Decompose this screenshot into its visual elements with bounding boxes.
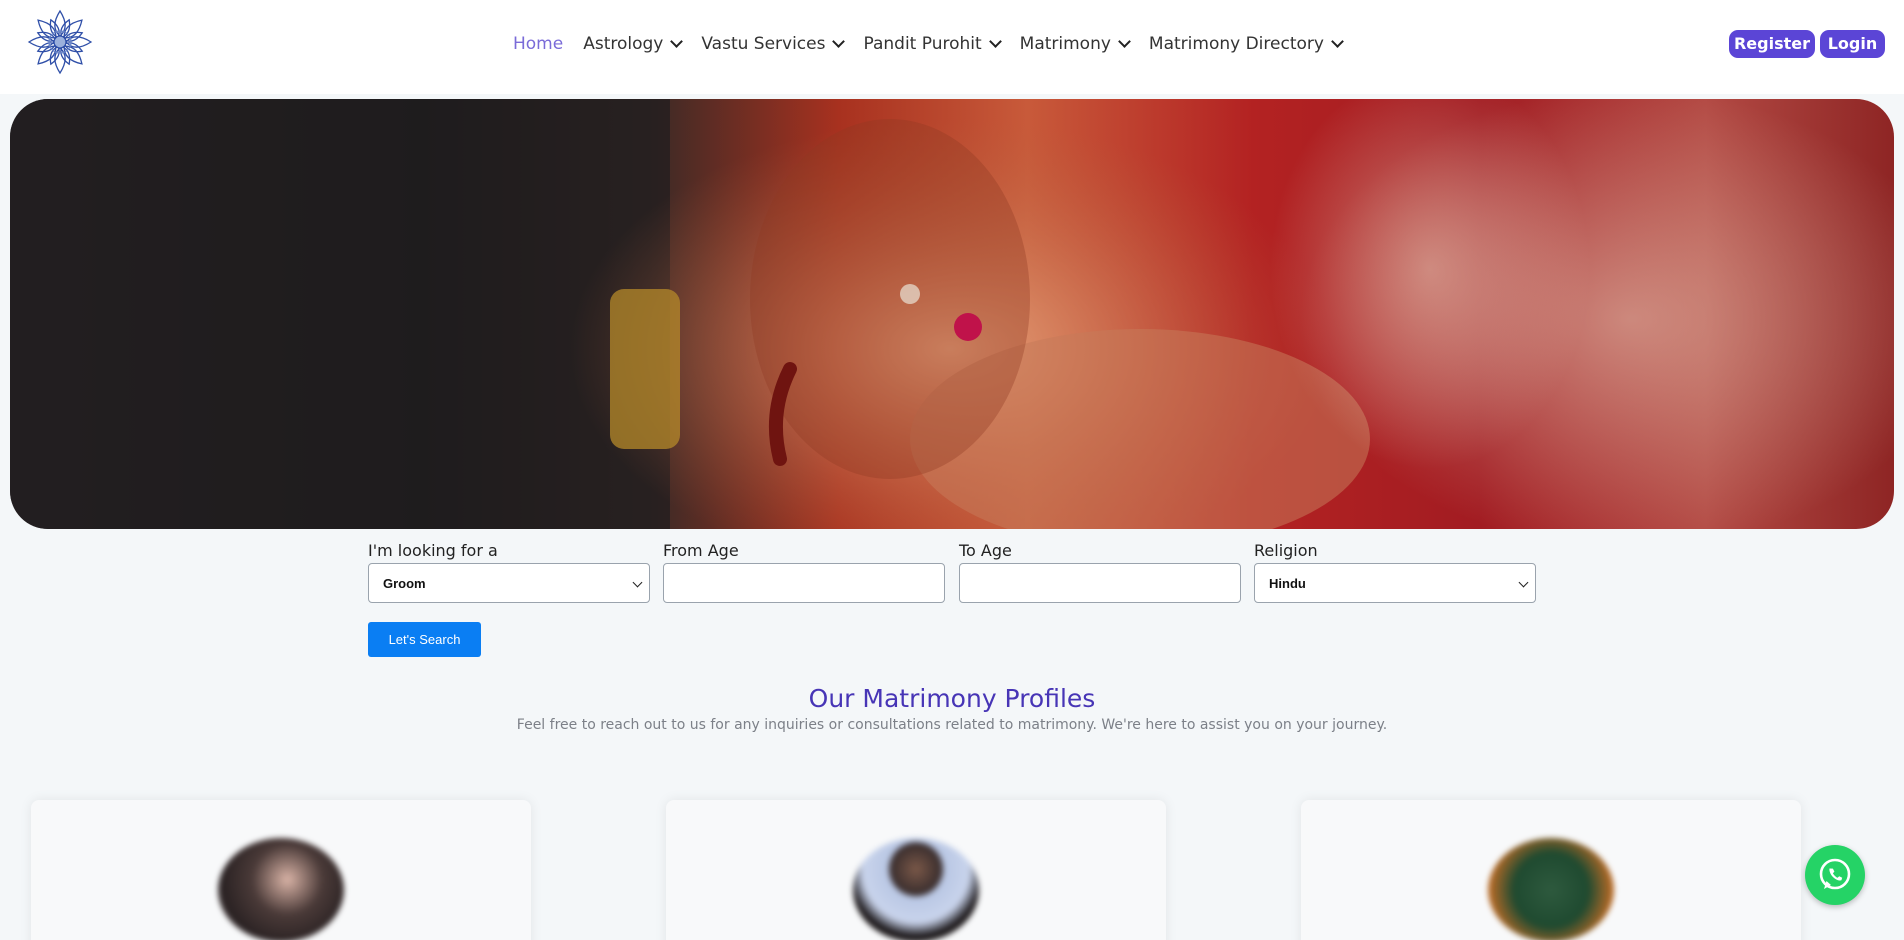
nav-item-pandit-purohit[interactable]: Pandit Purohit — [863, 34, 1002, 54]
to-age-field: To Age — [959, 541, 1241, 603]
chevron-down-icon — [1118, 35, 1131, 48]
from-age-input[interactable] — [663, 563, 945, 603]
nav-item-label: Vastu Services — [701, 34, 826, 54]
profile-card[interactable] — [666, 800, 1166, 940]
section-title: Our Matrimony Profiles — [808, 684, 1096, 713]
chevron-down-icon — [670, 35, 684, 48]
looking-for-field: I'm looking for a Groom — [368, 541, 650, 603]
nav-item-vastu-services[interactable]: Vastu Services — [701, 34, 846, 54]
from-age-label: From Age — [663, 541, 739, 560]
login-button[interactable]: Login — [1820, 30, 1885, 58]
chevron-down-icon — [1331, 35, 1344, 48]
section-subtitle: Feel free to reach out to us for any inq… — [516, 717, 1388, 733]
looking-for-value: Groom — [383, 575, 426, 591]
nav-item-label: Matrimony Directory — [1148, 34, 1324, 54]
nav-item-matrimony[interactable]: Matrimony — [1019, 34, 1131, 54]
from-age-field: From Age — [663, 541, 945, 603]
nav-item-label: Astrology — [583, 34, 664, 54]
nav-item-label: Home — [513, 34, 564, 54]
main-nav: Home Astrology Vastu Services Pandit Pur… — [513, 32, 1362, 56]
mandala-logo-icon[interactable] — [27, 9, 93, 75]
whatsapp-icon — [1819, 858, 1851, 890]
nav-item-astrology[interactable]: Astrology — [583, 34, 684, 54]
nav-item-label: Pandit Purohit — [863, 34, 982, 54]
search-button[interactable]: Let's Search — [368, 622, 481, 657]
avatar — [1488, 838, 1614, 940]
hero-illustration — [10, 99, 1894, 529]
looking-for-select[interactable]: Groom — [368, 563, 650, 603]
nav-item-label: Matrimony — [1019, 34, 1111, 54]
nav-item-matrimony-directory[interactable]: Matrimony Directory — [1148, 34, 1344, 54]
religion-field: Religion Hindu — [1254, 541, 1536, 603]
nav-item-home[interactable]: Home — [513, 34, 563, 54]
religion-label: Religion — [1254, 541, 1318, 560]
avatar — [218, 838, 344, 940]
religion-value: Hindu — [1269, 575, 1306, 591]
register-button[interactable]: Register — [1729, 30, 1815, 58]
profile-card[interactable] — [31, 800, 531, 940]
to-age-label: To Age — [959, 541, 1012, 560]
profile-card[interactable] — [1301, 800, 1801, 940]
whatsapp-button[interactable] — [1805, 845, 1865, 905]
site-header: Home Astrology Vastu Services Pandit Pur… — [0, 0, 1904, 94]
religion-select[interactable]: Hindu — [1254, 563, 1536, 603]
chevron-down-icon — [832, 35, 846, 48]
chevron-down-icon — [1518, 577, 1529, 588]
chevron-down-icon — [988, 35, 1002, 48]
avatar — [853, 838, 979, 940]
looking-for-label: I'm looking for a — [368, 541, 498, 560]
chevron-down-icon — [632, 577, 643, 588]
hero-banner-image — [10, 99, 1894, 529]
to-age-input[interactable] — [959, 563, 1241, 603]
